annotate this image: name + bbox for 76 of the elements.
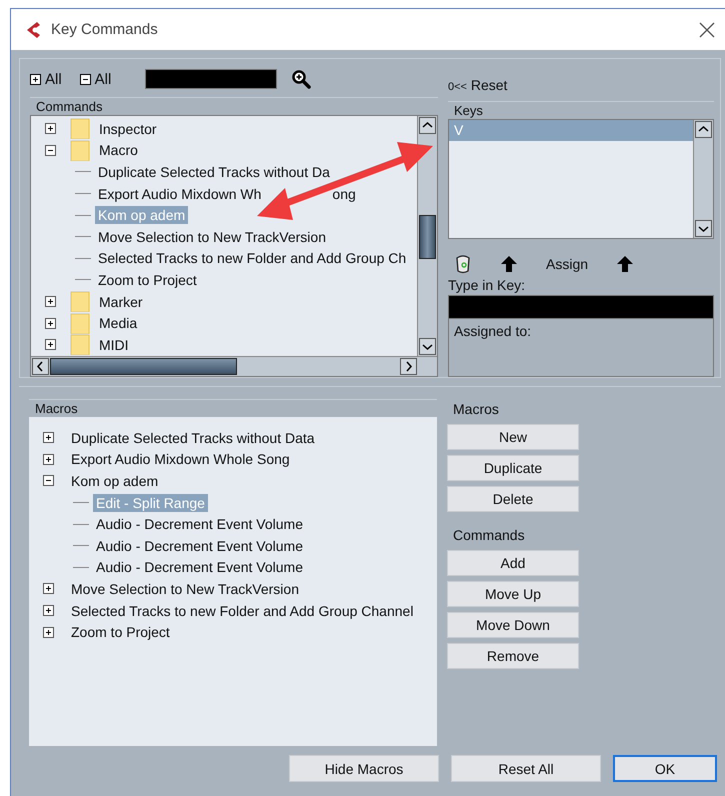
scroll-thumb[interactable] — [419, 215, 436, 259]
scroll-up-icon[interactable] — [419, 117, 436, 134]
minus-icon — [80, 74, 91, 84]
tree-item[interactable]: Audio - Decrement Event Volume — [93, 558, 306, 576]
horizontal-scrollbar[interactable] — [31, 356, 437, 376]
vertical-scrollbar[interactable] — [693, 120, 713, 238]
tree-item-fragment: ong — [332, 186, 356, 202]
tree-item[interactable]: Audio - Decrement Event Volume — [93, 515, 306, 534]
tree-expander-icon[interactable] — [43, 432, 54, 444]
tree-expander-icon[interactable] — [43, 605, 54, 616]
column-header: Keys — [448, 101, 714, 119]
tree-item[interactable]: Move Selection to New TrackVersion — [95, 228, 329, 246]
macro-button[interactable]: Delete — [447, 486, 579, 512]
reset-button[interactable]: 0<< Reset — [448, 73, 714, 97]
tree-expander-icon[interactable] — [43, 475, 54, 486]
expand-all-button[interactable]: All — [30, 70, 66, 88]
tree-item[interactable]: Export Audio Mixdown Wh — [95, 184, 264, 203]
tree-item[interactable]: Inspector — [96, 120, 160, 138]
macro-button[interactable]: Duplicate — [447, 455, 579, 481]
tree-item[interactable]: Audio - Decrement Event Volume — [93, 536, 306, 555]
tree-expander-icon[interactable] — [45, 144, 56, 156]
tree-expander-icon[interactable] — [45, 123, 56, 134]
tree-item[interactable]: Duplicate Selected Tracks without Data — [68, 428, 318, 447]
folder-icon — [70, 291, 90, 312]
tree-item[interactable]: Macro — [96, 141, 141, 160]
command-button[interactable]: Remove — [447, 643, 579, 669]
scroll-down-icon[interactable] — [695, 220, 712, 237]
dialog-button[interactable]: Hide Macros — [289, 755, 439, 782]
tree-item[interactable]: Media — [96, 314, 140, 332]
key-input-field[interactable] — [448, 295, 714, 319]
group-title: Macros — [453, 401, 500, 417]
tree-item[interactable]: Export Audio Mixdown Whole Song — [68, 450, 293, 468]
up-arrow-icon[interactable] — [500, 255, 518, 273]
tree-expander-icon[interactable] — [43, 454, 54, 465]
folder-icon — [70, 334, 90, 356]
tree-expander-icon[interactable] — [45, 296, 56, 308]
tree-item[interactable]: Zoom to Project — [95, 270, 200, 289]
folder-icon — [70, 118, 90, 140]
close-icon[interactable] — [699, 22, 715, 38]
folder-icon — [70, 312, 90, 334]
search-icon[interactable] — [291, 69, 312, 89]
tree-item[interactable]: Zoom to Project — [68, 623, 173, 642]
assigned-to-label: Assigned to: — [454, 323, 532, 339]
search-field[interactable] — [145, 69, 278, 89]
tree-item[interactable]: Move Selection to New TrackVersion — [68, 580, 302, 598]
plus-icon — [30, 74, 41, 84]
group-title: Commands — [453, 527, 526, 543]
tree-item[interactable]: Duplicate Selected Tracks without Da — [95, 162, 333, 181]
tree-item[interactable]: Marker — [96, 292, 146, 311]
tree-item[interactable]: Selected Tracks to new Folder and Add Group Channel — [68, 602, 416, 620]
vertical-scrollbar[interactable] — [417, 116, 437, 356]
tree-expander-icon[interactable] — [45, 339, 56, 350]
tree-expander-icon[interactable] — [43, 626, 54, 638]
tree-item[interactable]: Selected Tracks to new Folder and Add Group Ch — [95, 249, 410, 268]
trash-icon[interactable] — [454, 254, 472, 274]
assign-button[interactable]: Assign — [546, 256, 588, 272]
dialog-button[interactable]: Reset All — [451, 755, 601, 782]
command-button[interactable]: Move Up — [447, 581, 579, 607]
scroll-down-icon[interactable] — [419, 338, 436, 355]
macro-button[interactable]: New — [447, 424, 579, 450]
command-button[interactable]: Move Down — [447, 612, 579, 638]
scroll-up-icon[interactable] — [695, 121, 712, 138]
up-arrow-icon[interactable] — [616, 255, 634, 273]
tree-item[interactable]: MIDI — [96, 336, 132, 354]
collapse-all-button[interactable]: All — [80, 70, 116, 88]
tree-item[interactable]: Kom op adem — [68, 472, 162, 490]
command-button[interactable]: Add — [447, 550, 579, 576]
dialog-button[interactable]: OK — [613, 755, 717, 782]
field-label: Type in Key: — [448, 277, 526, 293]
folder-icon — [70, 140, 90, 161]
scroll-thumb[interactable] — [50, 358, 237, 375]
scroll-right-icon[interactable] — [400, 358, 417, 375]
tree-expander-icon[interactable] — [45, 318, 56, 329]
tree-expander-icon[interactable] — [43, 583, 54, 594]
window-title: Key Commands — [51, 21, 159, 38]
scroll-left-icon[interactable] — [32, 358, 49, 375]
